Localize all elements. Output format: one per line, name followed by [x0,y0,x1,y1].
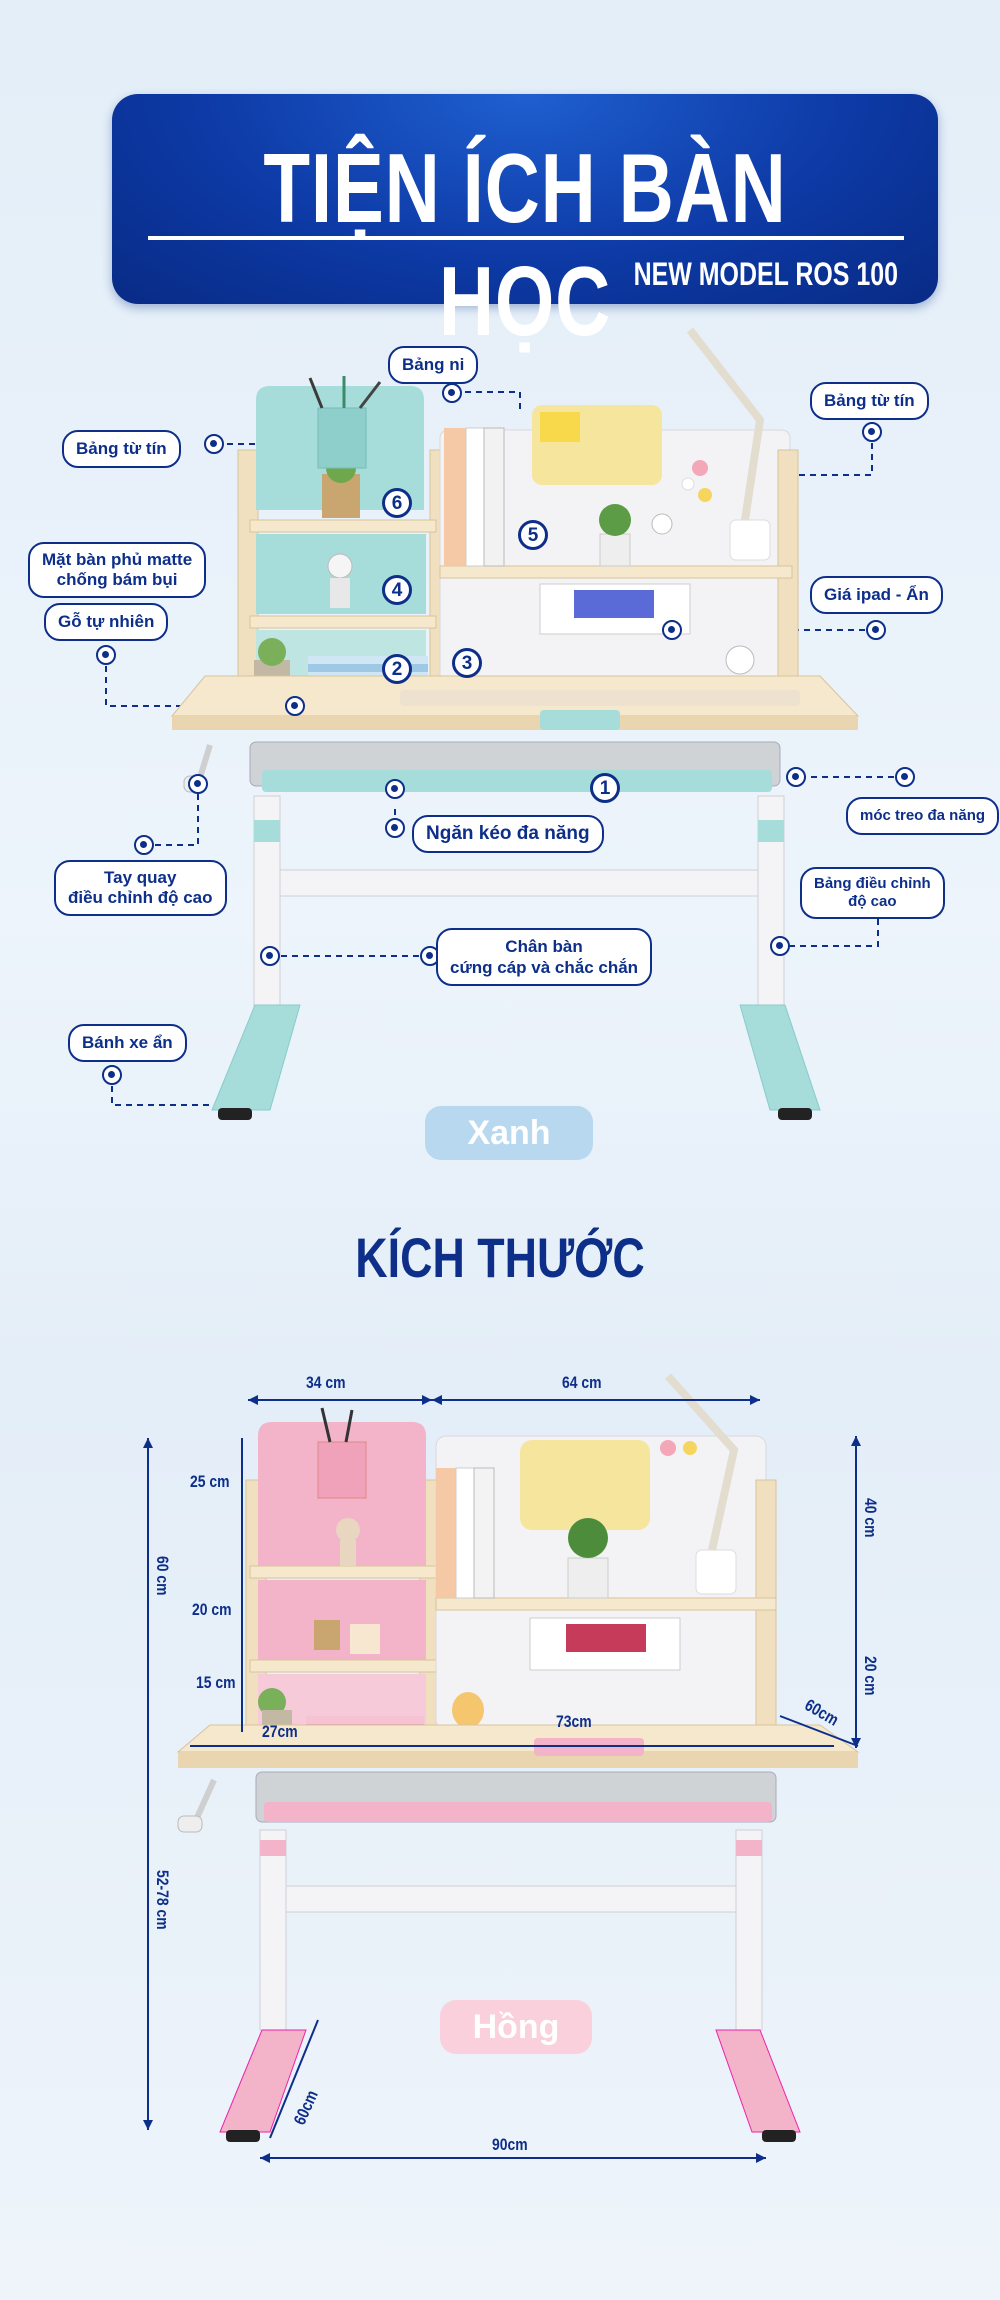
callout-mat-ban-line1: Mặt bàn phủ matte [42,550,193,569]
callout-bang-tu-tin-left: Bảng từ tín [62,430,181,468]
callout-chan-ban: Chân bàn cứng cáp và chắc chắn [436,928,653,986]
feature-number-3: 3 [452,648,482,678]
callout-mat-ban-line2: chống bám bụi [56,570,178,589]
astronaut-icon [327,553,353,579]
callout-dot-bang-ni [442,383,462,403]
section-title-dimensions: KÍCH THƯỚC [355,1226,645,1289]
callout-dot-crank-target [188,774,208,794]
dim-height-legs: 52-78 cm [153,1870,172,1930]
callout-gia-ipad: Giá ipad - Ẩn [810,576,943,614]
dim-width-left: 34 cm [306,1373,346,1392]
callout-mat-ban: Mặt bàn phủ matte chống bám bụi [28,542,207,598]
dim-height-25: 25 cm [190,1472,230,1491]
bunny-icon [452,1692,484,1728]
callout-dot-banh-xe [102,1065,122,1085]
dim-depth-73: 73cm [556,1712,592,1731]
feature-number-6: 6 [382,488,412,518]
dim-height-40: 40 cm [861,1498,880,1538]
callout-dot-moc-treo [895,767,915,787]
callout-bang-dieu-chinh-line1: Bảng điều chỉnh [814,875,931,892]
pencil-cup-icon [317,407,367,469]
callout-dot-bang-tu-tin-left [204,434,224,454]
dim-height-15: 15 cm [196,1673,236,1692]
callout-ngan-keo: Ngăn kéo đa năng [412,815,604,853]
callout-dot-ngan-keo [385,818,405,838]
feature-number-1: 1 [590,773,620,803]
callout-chan-ban-line1: Chân bàn [505,937,583,956]
dim-width-90: 90cm [492,2135,528,2154]
callout-moc-treo: móc treo đa năng [846,797,1000,835]
callout-bang-ni: Bảng ni [388,346,479,384]
callout-bang-dieu-chinh-line2: độ cao [848,893,897,910]
callout-tay-quay: Tay quay điều chỉnh độ cao [54,860,227,916]
feature-number-4: 4 [382,575,412,605]
callout-bang-dieu-chinh: Bảng điều chỉnh độ cao [800,867,945,919]
lamp-icon [729,519,771,561]
callout-dot-moc-treo-target [786,767,806,787]
pink-desk-illustration [143,1373,861,2163]
color-tag-blue[interactable]: Xanh [425,1106,593,1160]
dim-height-20: 20 cm [192,1600,232,1619]
callout-bang-tu-tin-right: Bảng từ tín [810,382,929,420]
callout-dot-go-tu-nhien [96,645,116,665]
callout-banh-xe: Bánh xe ẩn [68,1024,187,1062]
dim-height-60: 60 cm [153,1556,172,1596]
callout-dot-tay-quay [134,835,154,855]
feature-number-5: 5 [518,520,548,550]
callout-chan-ban-line2: cứng cáp và chắc chắn [450,958,639,977]
dim-height-20-right: 20 cm [861,1656,880,1696]
callout-go-tu-nhien: Gỗ tự nhiên [44,603,169,641]
callout-dot-gia-ipad-target [662,620,682,640]
feature-number-2: 2 [382,654,412,684]
callout-dot-gia-ipad [866,620,886,640]
callout-dot-bang-tu-tin-right [862,422,882,442]
color-tag-pink[interactable]: Hồng [440,2000,592,2054]
callout-dot-chan-ban-target [260,946,280,966]
dim-width-right: 64 cm [562,1373,602,1392]
dim-depth-27: 27cm [262,1722,298,1741]
callout-dot-mat-ban [285,696,305,716]
callout-dot-bang-dieu-chinh-target [770,936,790,956]
callout-tay-quay-line2: điều chỉnh độ cao [68,888,213,907]
callout-dot-ngan-keo-target [385,779,405,799]
callout-tay-quay-line1: Tay quay [104,868,177,887]
